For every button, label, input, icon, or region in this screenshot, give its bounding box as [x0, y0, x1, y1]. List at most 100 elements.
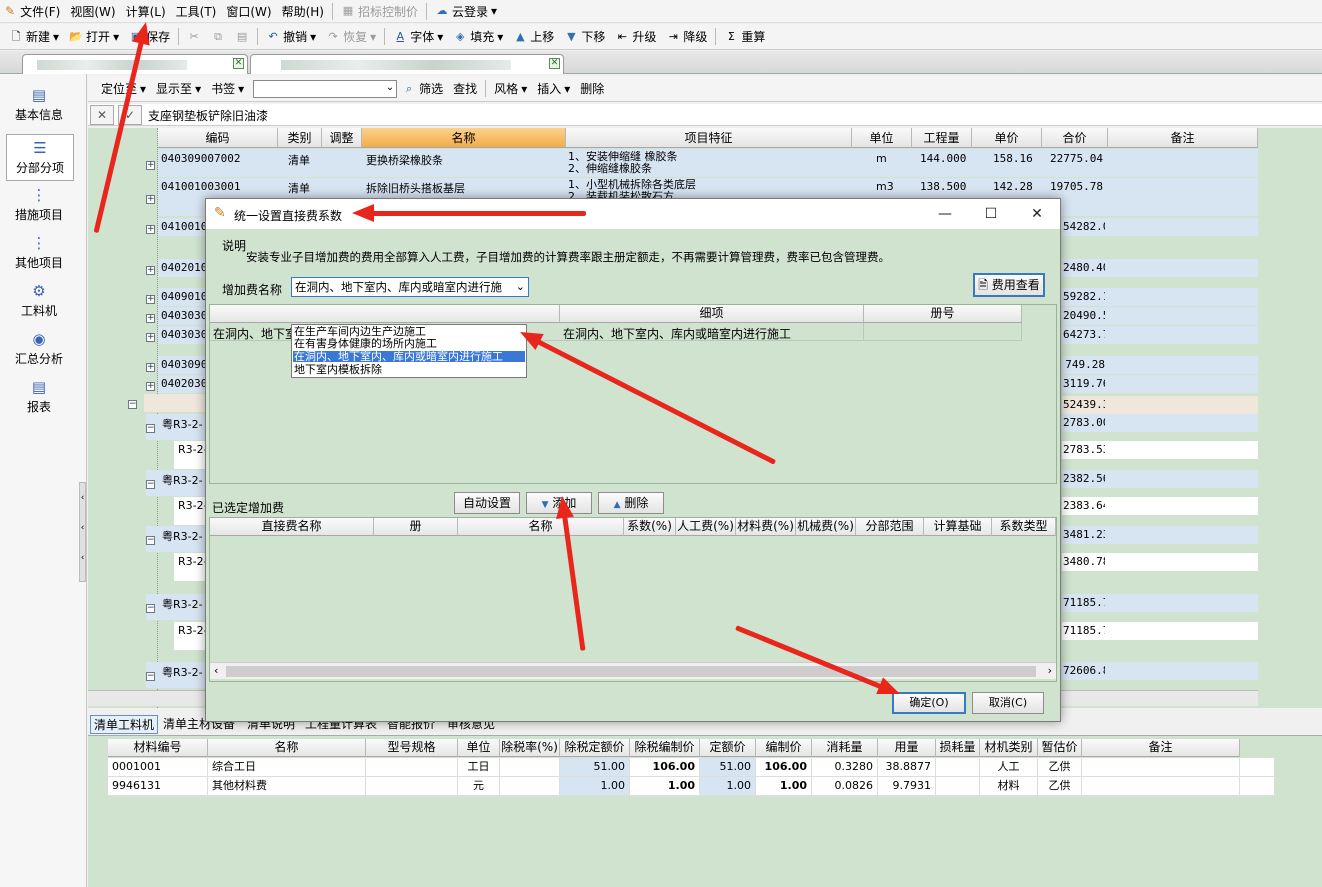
materials-col-header[interactable]: 除税定额价 [560, 739, 630, 757]
dropdown-option[interactable]: 地下室内模板拆除 [293, 364, 525, 375]
table-cell[interactable] [936, 758, 980, 776]
table-cell[interactable]: 人工 [980, 758, 1038, 776]
expand-icon[interactable]: + [146, 195, 155, 204]
col-header-book[interactable]: 册 [374, 518, 458, 536]
table-cell[interactable]: 0.3280 [812, 758, 878, 776]
table-cell[interactable]: 元 [458, 777, 500, 795]
table-cell[interactable]: 0.0826 [812, 777, 878, 795]
table-cell[interactable]: 9.7931 [878, 777, 936, 795]
col-header-total[interactable]: 合价 [1042, 128, 1108, 148]
table-cell[interactable]: 乙供 [1038, 758, 1082, 776]
table-cell[interactable]: 51.00 [560, 758, 630, 776]
sidebar-item-other[interactable]: ⋮ 其他项目 [8, 234, 70, 271]
table-cell[interactable]: 51.00 [700, 758, 756, 776]
dropdown-option-selected[interactable]: 在洞内、地下室内、库内或暗室内进行施工 [293, 351, 525, 362]
table-cell[interactable] [366, 758, 458, 776]
delete-button[interactable]: ▲ 删除 [598, 492, 664, 514]
materials-col-header[interactable]: 备注 [1082, 739, 1240, 757]
materials-col-header[interactable]: 除税编制价 [630, 739, 700, 757]
table-cell[interactable]: 106.00 [630, 758, 700, 776]
col-header-coef[interactable]: 系数(%) [624, 518, 676, 536]
new-button[interactable]: 🗋 新建 ▾ [4, 26, 64, 48]
collapse-handle[interactable]: ‹ ‹ ‹ [79, 482, 86, 582]
col-header-adjust[interactable]: 调整 [322, 128, 362, 148]
fee-name-select[interactable]: 在洞内、地下室内、库内或暗室内进行施 ⌄ [291, 277, 529, 297]
table-cell[interactable]: 综合工日 [208, 758, 366, 776]
materials-col-header[interactable]: 材料编号 [108, 739, 208, 757]
scroll-thumb[interactable] [226, 666, 1036, 677]
filter-button[interactable]: ⌕ 筛选 [397, 78, 448, 100]
ok-button[interactable]: 确定(O) [892, 692, 966, 714]
delete-row-button[interactable]: 删除 [575, 78, 609, 100]
summary-row[interactable] [144, 394, 206, 412]
col-header-machine[interactable]: 机械费(%) [796, 518, 856, 536]
sidebar-item-basic-info[interactable]: ▤ 基本信息 [8, 86, 70, 123]
table-cell[interactable]: 乙供 [1038, 777, 1082, 795]
insert-button[interactable]: 插入 ▾ [532, 78, 575, 100]
font-button[interactable]: A 字体 ▾ [388, 26, 448, 48]
expand-icon[interactable]: + [146, 225, 155, 234]
close-icon[interactable]: ✕ [1014, 199, 1060, 229]
collapse-icon[interactable]: − [146, 672, 155, 681]
table-cell[interactable]: 1.00 [630, 777, 700, 795]
collapse-icon[interactable]: − [146, 536, 155, 545]
find-button[interactable]: 查找 [448, 78, 482, 100]
col-header-material[interactable]: 材料费(%) [736, 518, 796, 536]
cloud-login-button[interactable]: ☁ 云登录 ▾ [430, 1, 502, 22]
col-header-remark[interactable]: 备注 [1108, 128, 1258, 148]
col-header-name[interactable]: 名称 [458, 518, 624, 536]
table-cell[interactable]: 1.00 [756, 777, 812, 795]
close-tab-icon[interactable]: ✕ [233, 58, 244, 69]
chevron-down-icon[interactable]: ⌄ [386, 82, 394, 93]
view-fee-button[interactable]: 🗎 费用查看 [973, 273, 1045, 297]
col-header-type[interactable]: 类别 [278, 128, 322, 148]
promote-button[interactable]: ⇤ 升级 [610, 26, 661, 48]
materials-col-header[interactable]: 名称 [208, 739, 366, 757]
table-cell[interactable]: 9946131 [108, 777, 208, 795]
name-edit-input[interactable]: 支座钢垫板铲除旧油漆 [148, 107, 268, 124]
materials-col-header[interactable]: 型号规格 [366, 739, 458, 757]
scroll-left-icon[interactable]: ‹ [214, 664, 218, 677]
table-cell[interactable]: 材料 [980, 777, 1038, 795]
close-tab-icon[interactable]: ✕ [549, 58, 560, 69]
expand-icon[interactable]: + [146, 295, 155, 304]
cancel-button[interactable]: 取消(C) [972, 692, 1044, 714]
menu-calc[interactable]: 计算(L) [121, 1, 171, 22]
table-cell[interactable]: 106.00 [756, 758, 812, 776]
cancel-edit-icon[interactable]: ✕ [90, 105, 114, 125]
table-cell[interactable] [500, 758, 560, 776]
collapse-icon[interactable]: − [128, 400, 137, 409]
expand-icon[interactable]: + [146, 333, 155, 342]
materials-col-header[interactable]: 单位 [458, 739, 500, 757]
bookmark-button[interactable]: 书签 ▾ [206, 78, 249, 100]
maximize-icon[interactable]: ☐ [968, 199, 1014, 229]
table-cell[interactable] [1082, 777, 1240, 795]
expand-icon[interactable]: + [146, 161, 155, 170]
materials-col-header[interactable]: 消耗量 [812, 739, 878, 757]
materials-col-header[interactable]: 材机类别 [980, 739, 1038, 757]
materials-col-header[interactable]: 编制价 [756, 739, 812, 757]
table-cell[interactable]: 0001001 [108, 758, 208, 776]
materials-col-header[interactable]: 除税率(%) [500, 739, 560, 757]
expand-icon[interactable]: + [146, 314, 155, 323]
col-header-feature[interactable]: 项目特征 [566, 128, 852, 148]
table-cell[interactable]: 1.00 [560, 777, 630, 795]
col-header-detail[interactable]: 细项 [560, 305, 864, 323]
fill-button[interactable]: ◈ 填充 ▾ [448, 26, 508, 48]
document-tab[interactable]: ✕ [250, 54, 564, 74]
minimize-icon[interactable]: — [922, 199, 968, 229]
show-to-button[interactable]: 显示至 ▾ [151, 78, 206, 100]
table-cell[interactable] [936, 777, 980, 795]
col-header-unit[interactable]: 单位 [852, 128, 912, 148]
col-header-name[interactable]: 名称 [362, 128, 566, 148]
cut-button[interactable]: ✂ [182, 26, 206, 48]
paste-button[interactable]: ▤ [230, 26, 254, 48]
table-cell[interactable] [366, 777, 458, 795]
copy-button[interactable]: ⧉ [206, 26, 230, 48]
collapse-icon[interactable]: − [146, 424, 155, 433]
sidebar-item-reports[interactable]: ▤ 报表 [8, 378, 70, 415]
menu-view[interactable]: 视图(W) [65, 1, 120, 22]
materials-col-header[interactable]: 定额价 [700, 739, 756, 757]
col-header-base[interactable]: 计算基础 [924, 518, 992, 536]
table-cell[interactable]: 38.8877 [878, 758, 936, 776]
